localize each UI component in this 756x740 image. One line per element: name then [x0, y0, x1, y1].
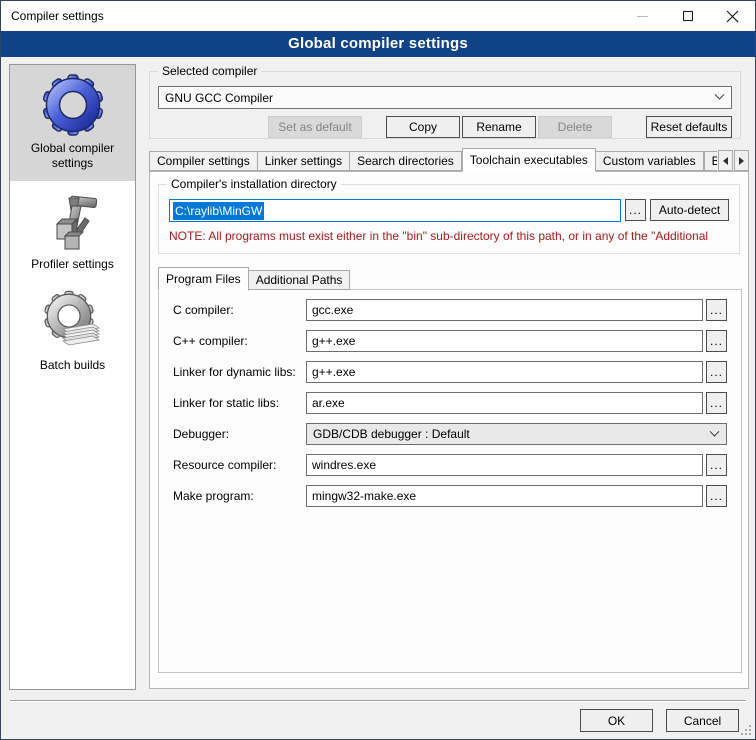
minimize-button	[620, 1, 665, 31]
chevron-down-icon	[710, 426, 720, 436]
sidebar-item-batch-builds[interactable]: Batch builds	[10, 282, 135, 383]
settings-tabstrip: Compiler settings Linker settings Search…	[149, 149, 749, 171]
field-label: Linker for static libs:	[173, 396, 306, 410]
compiler-action-buttons: Set as default Copy Rename Delete Reset …	[268, 116, 732, 138]
field-label: C++ compiler:	[173, 334, 306, 348]
field-row-make-program: Make program: ...	[173, 485, 727, 507]
linker-static-input[interactable]	[306, 392, 703, 414]
field-row-resource-compiler: Resource compiler: ...	[173, 454, 727, 476]
make-program-input[interactable]	[306, 485, 703, 507]
toolchain-executables-page: Compiler's installation directory C:\ray…	[149, 171, 749, 689]
maximize-icon	[683, 11, 693, 21]
field-row-debugger: Debugger: GDB/CDB debugger : Default	[173, 423, 727, 445]
debugger-select-value: GDB/CDB debugger : Default	[313, 427, 470, 441]
tab-program-files[interactable]: Program Files	[158, 267, 249, 291]
field-row-c-compiler: C compiler: ...	[173, 299, 727, 321]
profiler-caliper-icon	[41, 188, 105, 252]
set-as-default-button: Set as default	[268, 116, 362, 138]
resource-compiler-browse-button[interactable]: ...	[706, 454, 727, 476]
page-title: Global compiler settings	[1, 31, 755, 57]
field-label: Resource compiler:	[173, 458, 306, 472]
linker-dynamic-input[interactable]	[306, 361, 703, 383]
field-label: Linker for dynamic libs:	[173, 365, 306, 379]
close-icon	[726, 10, 739, 23]
tab-build-options[interactable]: Build options	[704, 151, 717, 171]
window-title: Compiler settings	[1, 9, 104, 23]
resource-compiler-input[interactable]	[306, 454, 703, 476]
tab-clip-region: Build options	[704, 149, 717, 171]
field-label: Make program:	[173, 489, 306, 503]
installation-directory-group-label: Compiler's installation directory	[167, 177, 341, 191]
cpp-compiler-browse-button[interactable]: ...	[706, 330, 727, 352]
selected-compiler-group-label: Selected compiler	[158, 64, 261, 78]
compiler-gear-icon	[41, 72, 105, 136]
field-label: Debugger:	[173, 427, 306, 441]
tab-additional-paths[interactable]: Additional Paths	[249, 270, 351, 290]
install-dir-browse-button[interactable]: ...	[625, 199, 646, 221]
sidebar-item-label: Profiler settings	[31, 257, 114, 272]
autodetect-button[interactable]: Auto-detect	[650, 199, 729, 221]
field-row-cpp-compiler: C++ compiler: ...	[173, 330, 727, 352]
field-label: C compiler:	[173, 303, 306, 317]
tab-custom-variables[interactable]: Custom variables	[596, 151, 704, 171]
field-row-linker-static: Linker for static libs: ...	[173, 392, 727, 414]
linker-dynamic-browse-button[interactable]: ...	[706, 361, 727, 383]
delete-button: Delete	[538, 116, 612, 138]
installation-directory-group: Compiler's installation directory C:\ray…	[158, 184, 740, 254]
tab-scroll-right-button[interactable]	[734, 150, 749, 171]
tab-scroll-right-icon	[739, 157, 744, 165]
compiler-select[interactable]: GNU GCC Compiler	[158, 86, 732, 109]
tab-scroll-left-button[interactable]	[718, 150, 733, 171]
reset-defaults-button[interactable]: Reset defaults	[646, 116, 732, 138]
make-program-browse-button[interactable]: ...	[706, 485, 727, 507]
sidebar-item-profiler-settings[interactable]: Profiler settings	[10, 181, 135, 282]
compiler-select-value: GNU GCC Compiler	[165, 91, 273, 105]
maximize-button[interactable]	[665, 1, 710, 31]
field-row-linker-dynamic: Linker for dynamic libs: ...	[173, 361, 727, 383]
resize-grip[interactable]	[741, 725, 752, 736]
cancel-button[interactable]: Cancel	[666, 709, 739, 732]
ok-button[interactable]: OK	[580, 709, 653, 732]
install-dir-input[interactable]: C:\raylib\MinGW	[169, 199, 621, 222]
titlebar: Compiler settings	[1, 1, 755, 31]
tab-search-directories[interactable]: Search directories	[350, 151, 462, 171]
cpp-compiler-input[interactable]	[306, 330, 703, 352]
chevron-down-icon	[715, 90, 725, 100]
copy-button[interactable]: Copy	[386, 116, 460, 138]
batch-builds-icon	[41, 289, 105, 353]
linker-static-browse-button[interactable]: ...	[706, 392, 727, 414]
rename-button[interactable]: Rename	[462, 116, 536, 138]
minimize-icon	[637, 16, 648, 17]
sidebar-item-global-compiler-settings[interactable]: Global compiler settings	[10, 65, 135, 181]
debugger-select[interactable]: GDB/CDB debugger : Default	[306, 423, 727, 445]
selected-compiler-group: Selected compiler GNU GCC Compiler Set a…	[149, 71, 741, 139]
settings-category-list: Global compiler settings	[9, 64, 136, 690]
tab-toolchain-executables[interactable]: Toolchain executables	[462, 148, 596, 172]
c-compiler-input[interactable]	[306, 299, 703, 321]
tab-scroll-left-icon	[723, 157, 728, 165]
program-files-panel: C compiler: ... C++ compiler: ... Linker…	[158, 289, 742, 673]
program-files-tabstrip: Program Files Additional Paths	[158, 268, 350, 290]
install-dir-selected-text: C:\raylib\MinGW	[173, 202, 264, 220]
tab-linker-settings[interactable]: Linker settings	[258, 151, 350, 171]
installation-directory-row: C:\raylib\MinGW ... Auto-detect	[169, 199, 729, 222]
install-dir-note: NOTE: All programs must exist either in …	[169, 229, 755, 243]
caption-buttons	[620, 1, 755, 31]
sidebar-item-label: Global compiler settings	[12, 141, 133, 171]
tab-compiler-settings[interactable]: Compiler settings	[149, 151, 258, 171]
c-compiler-browse-button[interactable]: ...	[706, 299, 727, 321]
footer-divider	[10, 700, 746, 702]
compiler-settings-dialog: Compiler settings Global compiler settin…	[0, 0, 756, 740]
close-button[interactable]	[710, 1, 755, 31]
sidebar-item-label: Batch builds	[40, 358, 105, 373]
